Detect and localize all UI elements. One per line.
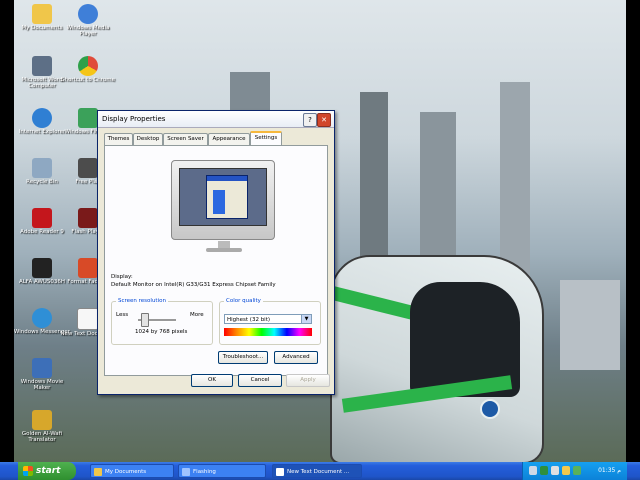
- media-player-icon: [78, 4, 98, 24]
- taskbar-item-new-text-document[interactable]: New Text Document ...: [272, 464, 362, 478]
- security-icon[interactable]: [562, 466, 570, 475]
- play-icon: [78, 158, 98, 178]
- volume-icon[interactable]: [551, 466, 559, 475]
- folder-icon: [32, 4, 52, 24]
- screen-resolution-title: Screen resolution: [116, 298, 168, 304]
- windows-logo-icon: [23, 466, 33, 476]
- taskbar-item-my-documents[interactable]: My Documents: [90, 464, 174, 478]
- desktop-icon-media-player[interactable]: Windows Media Player: [58, 4, 118, 37]
- messenger-tray-icon[interactable]: [573, 466, 581, 475]
- flash-player-icon: [78, 208, 98, 228]
- alfa-icon: [32, 258, 52, 278]
- desktop-icon-label: Windows Media Player: [66, 25, 110, 37]
- tab-themes[interactable]: Themes: [104, 133, 133, 145]
- color-quality-selected: Highest (32 bit): [227, 317, 271, 323]
- desktop-icon-label: Windows Movie Maker: [20, 379, 64, 391]
- monorail-train: [330, 255, 544, 462]
- resolution-slider-thumb[interactable]: [140, 313, 149, 327]
- color-spectrum-bar: [224, 328, 312, 336]
- right-letterbox: [626, 0, 640, 480]
- slider-less-label: Less: [116, 312, 129, 318]
- text-document-icon: [77, 308, 99, 330]
- clock[interactable]: 01:35 م: [598, 462, 621, 480]
- monitor-screen: [179, 168, 267, 226]
- taskbar-item-flashing[interactable]: Flashing: [178, 464, 266, 478]
- advanced-button[interactable]: Advanced: [274, 351, 318, 364]
- adobe-reader-icon: [32, 208, 52, 228]
- background-building: [560, 280, 620, 370]
- network-icon[interactable]: [540, 466, 548, 475]
- screen-resolution-group: Screen resolution Less More 1024 by 768 …: [111, 298, 213, 345]
- start-button[interactable]: start: [18, 462, 76, 480]
- close-button[interactable]: ✕: [317, 113, 331, 127]
- slider-more-label: More: [190, 312, 204, 318]
- apply-button[interactable]: Apply: [286, 374, 330, 387]
- folder-icon: [94, 468, 102, 476]
- desktop-icon-label: Golden Al-Wafi Translator: [21, 431, 63, 443]
- color-quality-dropdown[interactable]: Highest (32 bit) ▼: [224, 314, 312, 324]
- dialog-title: Display Properties: [102, 115, 166, 123]
- color-quality-title: Color quality: [224, 298, 263, 304]
- cancel-button[interactable]: Cancel: [238, 374, 282, 387]
- ok-button[interactable]: OK: [191, 374, 233, 387]
- desktop-icon-translator[interactable]: Golden Al-Wafi Translator: [12, 410, 72, 443]
- language-icon[interactable]: [529, 466, 537, 475]
- tab-settings[interactable]: Settings: [250, 131, 282, 146]
- color-quality-group: Color quality Highest (32 bit) ▼: [219, 298, 321, 345]
- tab-desktop[interactable]: Desktop: [133, 133, 163, 145]
- chrome-icon: [78, 56, 98, 76]
- taskbar: start My Documents Flashing New Text Doc…: [0, 462, 640, 480]
- start-label: start: [36, 466, 61, 476]
- help-button[interactable]: ?: [303, 113, 317, 127]
- recycle-bin-icon: [32, 158, 52, 178]
- messenger-icon: [32, 308, 52, 328]
- internet-explorer-icon: [32, 108, 52, 128]
- task-label: Flashing: [193, 469, 216, 475]
- app-icon: [182, 468, 190, 476]
- chevron-down-icon[interactable]: ▼: [301, 315, 311, 323]
- resolution-value: 1024 by 768 pixels: [135, 329, 188, 335]
- dialog-titlebar[interactable]: Display Properties ? ✕: [98, 111, 334, 128]
- display-properties-dialog: Display Properties ? ✕ Themes Desktop Sc…: [97, 110, 335, 395]
- desktop-icon-movie-maker[interactable]: Windows Movie Maker: [12, 358, 72, 391]
- troubleshoot-button[interactable]: Troubleshoot...: [218, 351, 268, 364]
- task-label: My Documents: [105, 469, 147, 475]
- translator-icon: [32, 410, 52, 430]
- tab-screen-saver[interactable]: Screen Saver: [163, 133, 208, 145]
- desktop-icon-label: Shortcut to Chrome: [60, 77, 116, 83]
- display-value: Default Monitor on Intel(R) G33/G31 Expr…: [111, 282, 276, 288]
- display-label: Display:: [111, 274, 133, 280]
- desktop: My Documents Windows Media Player Micros…: [0, 0, 640, 462]
- text-document-icon: [276, 468, 284, 476]
- monitor-preview: [171, 160, 275, 252]
- system-tray: 01:35 م: [522, 462, 627, 480]
- movie-maker-icon: [32, 358, 52, 378]
- shield-icon: [78, 108, 98, 128]
- settings-panel: Display: Default Monitor on Intel(R) G33…: [104, 145, 328, 376]
- tab-appearance[interactable]: Appearance: [208, 133, 250, 145]
- desktop-icon-chrome[interactable]: Shortcut to Chrome: [58, 56, 118, 83]
- computer-icon: [32, 56, 52, 76]
- format-factory-icon: [78, 258, 98, 278]
- task-label: New Text Document ...: [287, 469, 350, 475]
- left-letterbox: [0, 0, 14, 480]
